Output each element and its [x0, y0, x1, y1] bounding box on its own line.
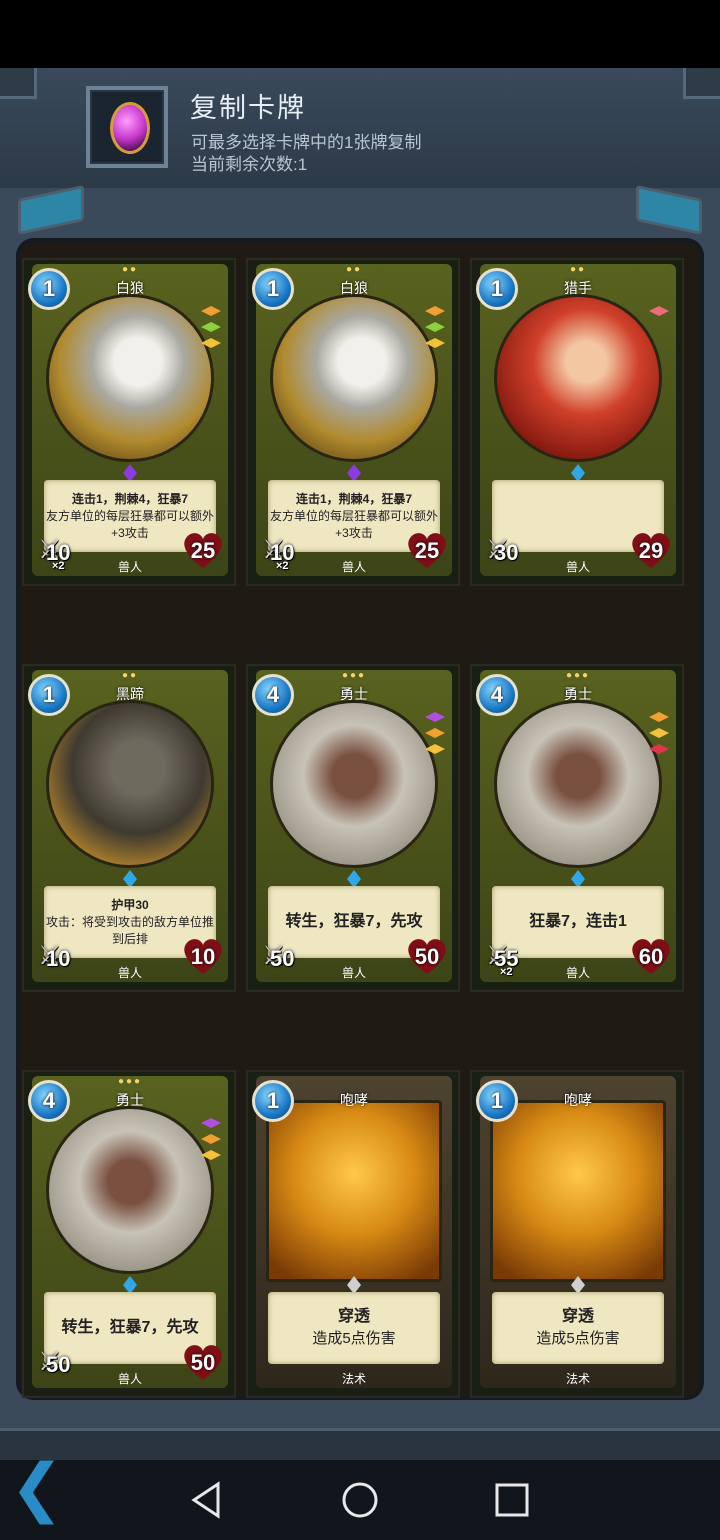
- card-race: 兽人: [117, 560, 142, 574]
- frame-corner-left: [0, 68, 37, 99]
- card-portrait: [266, 1100, 442, 1282]
- cost-gem: 1: [476, 268, 518, 310]
- cost-gem: 4: [28, 1080, 70, 1122]
- card-race: 兽人: [117, 1372, 142, 1386]
- card[interactable]: ●● 白狼 1 连击1，荆棘4，狂暴7 友方单位的每层狂暴都可以额外+3攻击 ⚔ 10 ×2 2…: [22, 258, 236, 586]
- card-grid-area: ●● 白狼 1 连击1，荆棘4，狂暴7 友方单位的每层狂暴都可以额外+3攻击 ⚔ 10 ×2 2…: [16, 238, 704, 1400]
- remaining-count: 当前剩余次数:1: [191, 155, 308, 174]
- cost-gem: 1: [252, 1080, 294, 1122]
- trait-gem-icon: [425, 338, 445, 348]
- card-text-line: 穿透: [337, 1308, 370, 1325]
- trait-gems: [422, 306, 448, 354]
- card-face: ●● 猎手 1 ⚔ 30 29 兽人: [476, 264, 676, 576]
- card-race: 兽人: [565, 560, 590, 574]
- trait-gems: [198, 306, 224, 354]
- card[interactable]: ●● 猎手 1 ⚔ 30 29 兽人: [470, 258, 684, 586]
- card-face: 咆哮 1 穿透 造成5点伤害 法术: [252, 1076, 452, 1388]
- trait-gem-icon: [425, 322, 445, 332]
- card-text-line: 护甲30: [111, 897, 149, 912]
- card-text-line: 造成5点伤害: [536, 1330, 620, 1347]
- cost-gem: 1: [252, 268, 294, 310]
- card-text-line: 转生，狂暴7，先攻: [61, 1319, 199, 1336]
- card[interactable]: 咆哮 1 穿透 造成5点伤害 法术: [470, 1070, 684, 1398]
- card-portrait: [46, 700, 214, 868]
- card-face: ●● 黑蹄 1 护甲30 攻击：将受到攻击的敌方单位推到后排 ⚔ 10 10 兽人: [28, 670, 228, 982]
- trait-gems: [646, 306, 672, 322]
- copy-card-icon-frame: [86, 86, 168, 168]
- status-bar: [0, 0, 720, 68]
- cost-gem: 1: [476, 1080, 518, 1122]
- trait-gem-icon: [201, 1118, 221, 1128]
- card-text-line: 转生，狂暴7，先攻: [285, 913, 423, 930]
- card-board: ●● 白狼 1 连击1，荆棘4，狂暴7 友方单位的每层狂暴都可以额外+3攻击 ⚔ 10 ×2 2…: [0, 184, 720, 1428]
- card-text-line: 连击1，荆棘4，狂暴7: [71, 491, 189, 506]
- card-portrait: [46, 1106, 214, 1274]
- card-text: 穿透造成5点伤害: [268, 1292, 440, 1364]
- card-portrait: [494, 294, 662, 462]
- card-face: ●●● 勇士 4 狂暴7，连击1 ⚔ 55 ×2 60 兽人: [476, 670, 676, 982]
- trait-gem-icon: [425, 744, 445, 754]
- board-tab-right: [636, 184, 702, 236]
- card-text-line: 连击1，荆棘4，狂暴7: [295, 491, 413, 506]
- card-portrait: [270, 294, 438, 462]
- trait-gems: [198, 1118, 224, 1166]
- trait-gem-icon: [201, 1134, 221, 1144]
- cost-gem: 1: [28, 268, 70, 310]
- magic-gem-icon: [110, 102, 150, 154]
- trait-gem-icon: [425, 728, 445, 738]
- trait-gem-icon: [649, 728, 669, 738]
- card[interactable]: 咆哮 1 穿透 造成5点伤害 法术: [246, 1070, 460, 1398]
- card-race: 法术: [341, 1372, 366, 1386]
- frame-corner-right: [683, 68, 720, 99]
- card-race: 兽人: [341, 560, 366, 574]
- triangle-back-icon[interactable]: [186, 1478, 230, 1522]
- card-text: 穿透造成5点伤害: [492, 1292, 664, 1364]
- back-arrow-icon[interactable]: ❮: [10, 1452, 70, 1522]
- square-recent-icon[interactable]: [490, 1478, 534, 1522]
- trait-gem-icon: [201, 338, 221, 348]
- trait-gem-icon: [201, 322, 221, 332]
- card-portrait: [490, 1100, 666, 1282]
- cost-gem: 4: [252, 674, 294, 716]
- trait-gem-icon: [201, 306, 221, 316]
- card-portrait: [46, 294, 214, 462]
- trait-gem-icon: [201, 1150, 221, 1160]
- card[interactable]: ●●● 勇士 4 转生，狂暴7，先攻 ⚔ 50 50 兽人: [246, 664, 460, 992]
- card[interactable]: ●● 黑蹄 1 护甲30 攻击：将受到攻击的敌方单位推到后排 ⚔ 10 10 兽人: [22, 664, 236, 992]
- trait-gem-icon: [425, 306, 445, 316]
- card-face: 咆哮 1 穿透 造成5点伤害 法术: [476, 1076, 676, 1388]
- card-face: ●●● 勇士 4 转生，狂暴7，先攻 ⚔ 50 50 兽人: [28, 1076, 228, 1388]
- card-face: ●● 白狼 1 连击1，荆棘4，狂暴7 友方单位的每层狂暴都可以额外+3攻击 ⚔ 10 ×2 2…: [28, 264, 228, 576]
- header: 复制卡牌 可最多选择卡牌中的1张牌复制 当前剩余次数:1: [0, 68, 720, 191]
- card-portrait: [494, 700, 662, 868]
- trait-gem-icon: [649, 306, 669, 316]
- trait-gem-icon: [649, 744, 669, 754]
- card-race: 兽人: [117, 966, 142, 980]
- page-title: 复制卡牌: [190, 93, 306, 123]
- card[interactable]: ●● 白狼 1 连击1，荆棘4，狂暴7 友方单位的每层狂暴都可以额外+3攻击 ⚔ 10 ×2 2…: [246, 258, 460, 586]
- card-race: 兽人: [565, 966, 590, 980]
- trait-gem-icon: [649, 712, 669, 722]
- trait-gems: [646, 712, 672, 760]
- circle-home-icon[interactable]: [338, 1478, 382, 1522]
- trait-gem-icon: [425, 712, 445, 722]
- card-text-line: 造成5点伤害: [312, 1330, 396, 1347]
- cost-gem: 1: [28, 674, 70, 716]
- board-bottom-bar: [0, 1428, 720, 1463]
- card-text-line: 狂暴7，连击1: [529, 913, 627, 930]
- card[interactable]: ●●● 勇士 4 狂暴7，连击1 ⚔ 55 ×2 60 兽人: [470, 664, 684, 992]
- board-tab-left: [18, 184, 84, 236]
- card-race: 法术: [565, 1372, 590, 1386]
- card-race: 兽人: [341, 966, 366, 980]
- card[interactable]: ●●● 勇士 4 转生，狂暴7，先攻 ⚔ 50 50 兽人: [22, 1070, 236, 1398]
- card-face: ●● 白狼 1 连击1，荆棘4，狂暴7 友方单位的每层狂暴都可以额外+3攻击 ⚔ 10 ×2 2…: [252, 264, 452, 576]
- card-text-line: 穿透: [561, 1308, 594, 1325]
- card-portrait: [270, 700, 438, 868]
- trait-gems: [422, 712, 448, 760]
- card-face: ●●● 勇士 4 转生，狂暴7，先攻 ⚔ 50 50 兽人: [252, 670, 452, 982]
- cost-gem: 4: [476, 674, 518, 716]
